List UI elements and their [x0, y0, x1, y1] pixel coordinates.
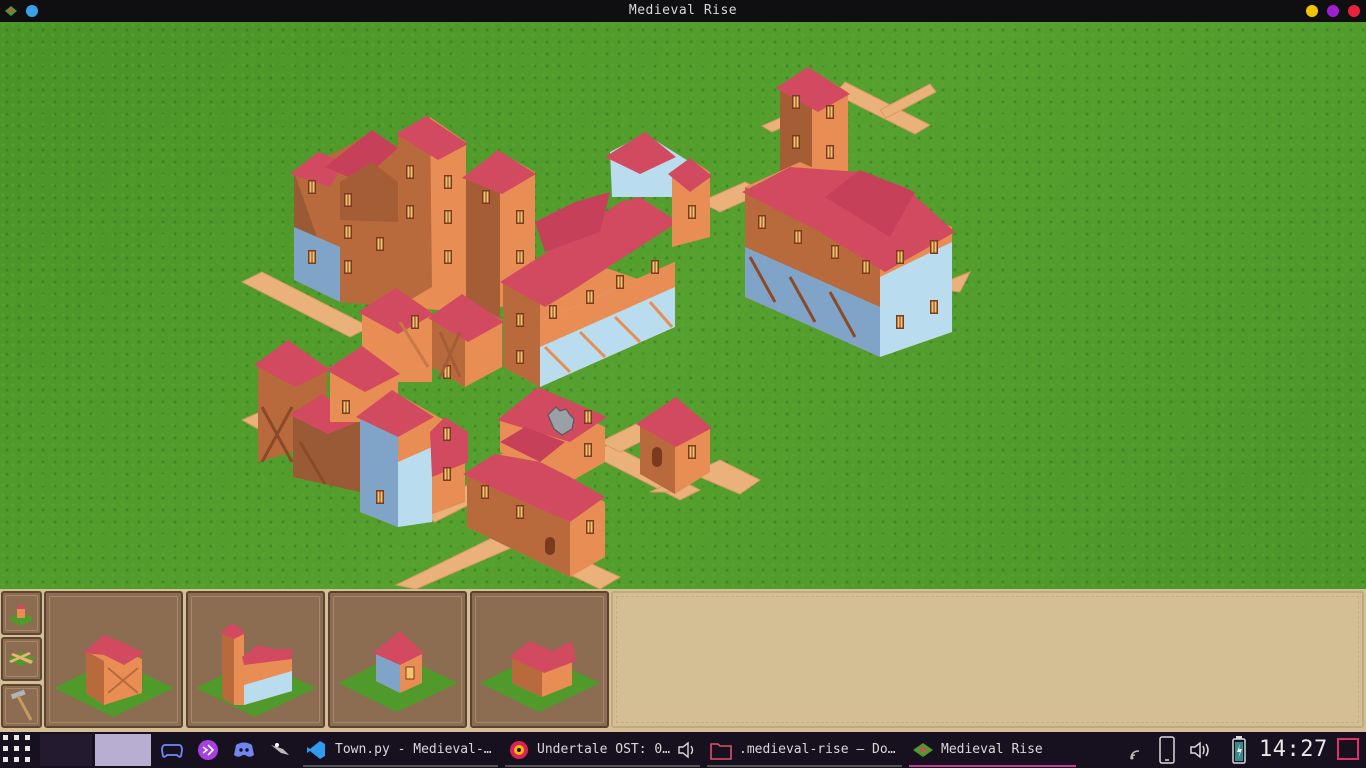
show-desktop-button[interactable] [1337, 738, 1359, 760]
small-cottage-icon [338, 631, 458, 712]
battery-icon[interactable] [1232, 736, 1246, 764]
road-cross-icon [7, 652, 36, 666]
building-cluster-northwest[interactable] [290, 116, 536, 322]
music-player-icon [510, 741, 528, 759]
build-house-tool[interactable] [1, 591, 42, 635]
build-road-tool[interactable] [1, 637, 42, 681]
task-medieval-rise[interactable]: Medieval Rise [909, 732, 1104, 768]
tall-row-house-icon [196, 623, 316, 717]
building-block-northeast[interactable] [742, 67, 955, 357]
task-music-player[interactable]: Undertale OST: 0… [505, 732, 700, 768]
app-grid-icon[interactable] [1, 733, 35, 767]
folder-icon [710, 743, 732, 760]
clock[interactable]: 14:27 [1259, 732, 1328, 768]
task-indicator [707, 765, 902, 767]
discord-icon[interactable] [233, 739, 255, 761]
task-label: .medieval-rise — Do… [739, 742, 896, 757]
network-icon[interactable] [1128, 742, 1148, 762]
task-file-manager[interactable]: .medieval-rise — Do… [707, 732, 902, 768]
card-small-cottage[interactable] [328, 591, 467, 728]
card-twin-house[interactable] [470, 591, 609, 728]
build-panel [0, 589, 1366, 732]
window-title-bar: Medieval Rise [0, 0, 1366, 22]
inkscape-icon[interactable] [269, 739, 291, 761]
demolish-tool[interactable] [1, 684, 42, 728]
close-button[interactable] [1348, 5, 1360, 17]
task-label: Undertale OST: 0… [537, 742, 671, 757]
task-indicator [303, 765, 498, 767]
games-icon[interactable] [161, 739, 183, 761]
hammer-icon [10, 689, 33, 721]
game-map[interactable] [0, 22, 1366, 589]
task-indicator-active [909, 765, 1076, 767]
minimize-button[interactable] [1306, 5, 1318, 17]
visual-studio-icon[interactable] [197, 739, 219, 761]
maximize-button[interactable] [1327, 5, 1339, 17]
card-timber-house[interactable] [44, 591, 183, 728]
card-tall-row-house[interactable] [186, 591, 325, 728]
house-tile-icon [8, 603, 35, 626]
timber-house-icon [54, 635, 174, 717]
task-indicator [505, 765, 700, 767]
window-title: Medieval Rise [628, 3, 738, 18]
volume-icon[interactable] [677, 740, 697, 760]
taskbar: Town.py - Medieval-… Undertale OST: 0… .… [0, 732, 1366, 768]
workspace-pager-2[interactable] [95, 734, 151, 766]
twin-house-icon [480, 641, 600, 712]
vscode-icon [307, 741, 325, 759]
build-panel-empty-area [611, 591, 1364, 728]
task-label: Town.py - Medieval-… [335, 742, 492, 757]
task-vscode[interactable]: Town.py - Medieval-… [303, 732, 498, 768]
volume-icon[interactable] [1189, 739, 1213, 761]
workspace-pager-1[interactable] [40, 734, 92, 766]
task-label: Medieval Rise [941, 742, 1043, 757]
town-scene[interactable] [0, 22, 1366, 589]
medieval-rise-icon [913, 743, 933, 757]
phone-icon[interactable] [1158, 736, 1176, 764]
